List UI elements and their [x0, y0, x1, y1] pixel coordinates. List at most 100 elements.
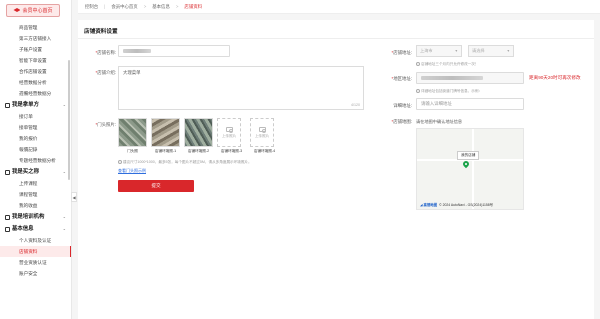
chevron-down-icon: ⌄	[62, 214, 66, 219]
photo-env-2[interactable]: 店铺环境照-2	[184, 118, 213, 154]
street-label: 详细地址:	[393, 103, 412, 108]
photo-door[interactable]: 门头照	[118, 118, 147, 154]
sidebar-item[interactable]: 店铺资料	[0, 246, 71, 257]
breadcrumb-member-home[interactable]: 会员中心首页	[108, 0, 140, 14]
district-value: 请选择	[472, 48, 485, 53]
sidebar-group-label: 我是买之称	[12, 169, 39, 175]
map-provider-logo: ◢ 高德地图	[420, 203, 438, 207]
sidebar-item[interactable]: 账户安全	[0, 268, 71, 279]
chevron-left-icon: ◀	[72, 194, 76, 200]
sidebar-item[interactable]: 合作店铺设置	[0, 66, 71, 77]
shop-intro-label: *店铺介绍:	[95, 70, 116, 75]
camera-icon	[258, 126, 266, 133]
sidebar-item[interactable]: 营业资质认证	[0, 257, 71, 268]
map-hint: 请在地图中确认地址信息	[416, 119, 463, 124]
group-icon	[5, 102, 10, 108]
sidebar-item[interactable]: 接单管理	[0, 122, 71, 133]
group-icon	[5, 169, 10, 175]
info-icon	[416, 62, 420, 67]
photo-caption: 店铺环境照-2	[187, 149, 210, 153]
sidebar-item[interactable]: 第三方店铺接入	[0, 33, 71, 44]
map-footer: ◢ 高德地图 © 2024 AutoNavi - GS(2024)1158号	[420, 202, 493, 207]
collapse-sidebar-button[interactable]: ◀	[71, 192, 77, 202]
sidebar-item[interactable]: 子账户设置	[0, 44, 71, 55]
map-pin-icon[interactable]	[461, 159, 471, 169]
chevron-down-icon: ⌄	[62, 226, 66, 231]
upload-button[interactable]: 上传照片	[250, 118, 274, 147]
address-value-blurred	[421, 76, 483, 80]
district-select[interactable]: 请选择 ▼	[468, 45, 514, 57]
sidebar-item[interactable]: 接订单	[0, 111, 71, 122]
shop-map[interactable]: 我的店铺 ◢ 高德地图 © 2024 AutoNavi - GS(2024)115…	[416, 128, 524, 210]
breadcrumb-shop-profile: 店铺资料	[184, 3, 202, 9]
breadcrumb-basic-info[interactable]: 基本信息	[149, 0, 173, 14]
submit-button[interactable]: 提交	[118, 180, 194, 192]
sidebar-item[interactable]: 我的报价	[0, 133, 71, 144]
sidebar-group[interactable]: 我是拿单方 ⌄	[0, 99, 71, 111]
shop-name-label: *店铺名称:	[95, 50, 116, 55]
separator: |	[104, 4, 106, 9]
sidebar-scrollbar[interactable]	[68, 60, 70, 180]
sidebar-item[interactable]: 報價記錄	[0, 144, 71, 155]
sidebar-item[interactable]: 商品管理	[0, 22, 71, 33]
member-home-button[interactable]: 会员中心首页	[6, 4, 60, 17]
example-link[interactable]: 查看门头照示例	[118, 168, 146, 174]
photo-caption: 门头照	[127, 149, 138, 153]
photo-caption: 店铺环境照-3	[220, 149, 243, 153]
sidebar-group[interactable]: 我是培训机构 ⌄	[0, 211, 71, 223]
detail-address-input[interactable]	[416, 72, 524, 84]
sidebar-item[interactable]: 上传课程	[0, 178, 71, 189]
sidebar-item[interactable]: 经营数据分析	[0, 77, 71, 88]
photo-image	[118, 118, 147, 147]
chevron-down-icon: ▼	[454, 49, 458, 53]
sidebar-item[interactable]: 週備经营数据分	[0, 88, 71, 99]
address-hint: 店铺地址三个月内只允许修改一次！	[416, 62, 479, 67]
photo-env-4[interactable]: 上传照片 店铺环境照-4	[250, 118, 279, 154]
detail-address-hint: 详细地址包括街道门牌号信息，示例：	[416, 89, 482, 94]
shop-intro-textarea[interactable]: 大理菜单 4/120	[118, 66, 364, 110]
photo-env-1[interactable]: 店铺环境照-1	[151, 118, 180, 154]
sidebar-item[interactable]: 我的收益	[0, 200, 71, 211]
upload-label: 上传照片	[254, 133, 270, 138]
province-select[interactable]: 上海市 ▼	[416, 45, 462, 57]
detail-address-label: *地区地址:	[391, 76, 412, 81]
door-photo-label: *门头照片:	[95, 122, 116, 127]
sidebar-item[interactable]: 课程管理	[0, 189, 71, 200]
map-pin-label: 我的店铺	[457, 151, 480, 160]
street-input[interactable]: 请输入详细地址	[416, 98, 524, 110]
page-title: 店铺资料设置	[84, 29, 118, 35]
chevron-down-icon: ⌄	[62, 169, 66, 174]
sidebar-group[interactable]: 我是买之称 ⌄	[0, 166, 71, 178]
upload-label: 上传照片	[221, 133, 237, 138]
sidebar-group-label: 我是拿单方	[12, 102, 39, 108]
sidebar-group-label: 基本信息	[12, 226, 34, 232]
shop-address-label: *店铺地址:	[391, 50, 412, 55]
province-value: 上海市	[420, 48, 433, 53]
shop-name-input[interactable]	[118, 45, 230, 57]
photo-image	[184, 118, 213, 147]
chevron-down-icon: ⌄	[62, 102, 66, 107]
sidebar-group[interactable]: 基本信息 ⌄	[0, 223, 71, 235]
photo-image	[151, 118, 180, 147]
shop-profile-card: 店铺资料设置 *店铺名称: *店铺介绍: 大理菜单 4/120 *门头照片: 门…	[78, 20, 594, 319]
upload-button[interactable]: 上传照片	[217, 118, 241, 147]
photo-hint: 建议尺寸1000*1000，最多5张，每个图片不超过5M，请从多角度展示环境照片…	[118, 160, 252, 165]
breadcrumb-bar: 控制台 | 会员中心首页 > 基本信息 > 店铺资料	[78, 0, 600, 14]
tab-console[interactable]: 控制台	[82, 0, 101, 14]
graduation-cap-icon	[13, 8, 21, 12]
photo-env-3[interactable]: 上传照片店铺环境照-3	[217, 118, 246, 154]
sidebar-item[interactable]: 专题经营数据分析	[0, 155, 71, 166]
info-icon	[118, 160, 122, 165]
sidebar-item[interactable]: 个人资料及认证	[0, 235, 71, 246]
photo-list: 门头照 店铺环境照-1 店铺环境照-2 上传照片店铺环境照-3 上传照片 店铺环境…	[118, 118, 279, 154]
group-icon	[5, 214, 10, 220]
chevron-right-icon: >	[143, 4, 147, 9]
shop-name-value-blurred	[123, 49, 151, 53]
map-label: *店铺地图:	[391, 119, 412, 124]
member-home-label: 会员中心首页	[22, 8, 53, 14]
sidebar-nav: 商品管理 第三方店铺接入 子账户设置 智能下单设置 合作店铺设置 经营数据分析 週備经营数据…	[0, 22, 71, 279]
sidebar-item[interactable]: 智能下单设置	[0, 55, 71, 66]
sidebar: 会员中心首页 商品管理 第三方店铺接入 子账户设置 智能下单设置 合作店铺设置 经营数据分…	[0, 0, 72, 319]
divider	[78, 38, 594, 39]
photo-caption: 店铺环境照-1	[154, 149, 177, 153]
